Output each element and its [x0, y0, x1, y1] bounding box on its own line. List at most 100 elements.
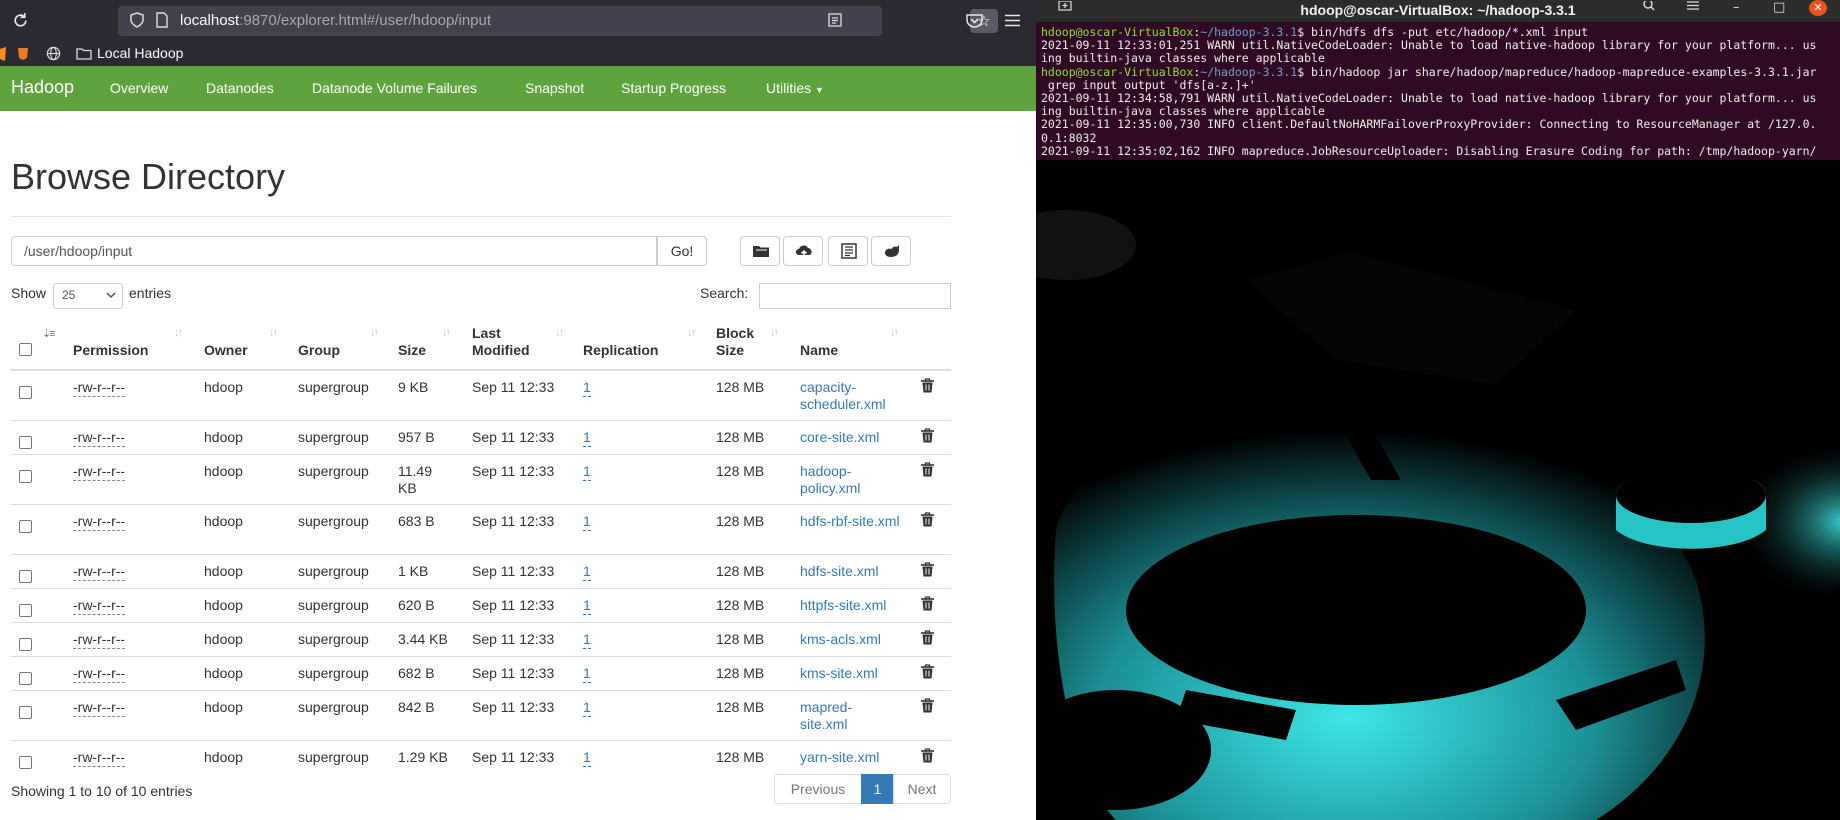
trash-icon[interactable]	[921, 664, 934, 684]
shield-icon[interactable]	[130, 12, 144, 32]
row-checkbox[interactable]	[19, 604, 32, 617]
row-checkbox[interactable]	[19, 386, 32, 399]
cell-permission[interactable]: -rw-r--r--	[73, 597, 126, 615]
cell-permission[interactable]: -rw-r--r--	[73, 513, 126, 531]
cell-replication[interactable]: 1	[583, 665, 591, 683]
header-size[interactable]: Size	[398, 342, 426, 359]
trash-icon[interactable]	[921, 562, 934, 582]
cell-replication[interactable]: 1	[583, 563, 591, 581]
file-link[interactable]: mapred-site.xml	[800, 699, 870, 733]
pocket-icon[interactable]	[966, 13, 983, 31]
header-owner[interactable]: Owner	[204, 342, 248, 359]
ubuntu-shield-icon[interactable]	[17, 47, 29, 64]
create-directory-button[interactable]	[740, 236, 780, 266]
nav-startup-progress[interactable]: Startup Progress	[621, 80, 726, 96]
pagination-page-1[interactable]: 1	[861, 774, 894, 804]
menu-icon[interactable]	[1005, 14, 1020, 30]
cell-replication[interactable]: 1	[583, 597, 591, 615]
reload-icon[interactable]	[12, 12, 29, 32]
row-checkbox[interactable]	[19, 570, 32, 583]
sort-icon[interactable]: ↓↑	[269, 327, 278, 339]
header-permission[interactable]: Permission	[73, 342, 148, 359]
firefox-icon[interactable]	[0, 47, 6, 64]
minimize-icon[interactable]: –	[1733, 0, 1740, 15]
row-checkbox[interactable]	[19, 436, 32, 449]
maximize-icon[interactable]: □	[1773, 0, 1785, 15]
terminal-output[interactable]: hdoop@oscar-VirtualBox:~/hadoop-3.3.1$ b…	[1036, 22, 1840, 160]
trash-icon[interactable]	[921, 462, 934, 482]
cut-button[interactable]	[828, 236, 868, 266]
trash-icon[interactable]	[921, 630, 934, 650]
cell-replication[interactable]: 1	[583, 429, 591, 447]
header-block-size[interactable]: Block Size	[716, 325, 766, 359]
close-icon[interactable]: ✕	[1809, 0, 1827, 16]
pagination-next[interactable]: Next	[893, 774, 951, 804]
file-link[interactable]: hdfs-site.xml	[800, 563, 910, 580]
row-checkbox[interactable]	[19, 672, 32, 685]
bookmark-local-hadoop[interactable]: Local Hadoop	[76, 45, 183, 63]
file-link[interactable]: core-site.xml	[800, 429, 910, 446]
header-name[interactable]: Name	[800, 342, 838, 359]
header-last-modified[interactable]: Last Modified	[472, 325, 552, 359]
cell-permission[interactable]: -rw-r--r--	[73, 463, 126, 481]
row-checkbox[interactable]	[19, 756, 32, 769]
row-checkbox[interactable]	[19, 470, 32, 483]
cell-replication[interactable]: 1	[583, 631, 591, 649]
cell-permission[interactable]: -rw-r--r--	[73, 699, 126, 717]
nav-snapshot[interactable]: Snapshot	[525, 80, 584, 96]
cell-permission[interactable]: -rw-r--r--	[73, 631, 126, 649]
trash-icon[interactable]	[921, 698, 934, 718]
cell-permission[interactable]: -rw-r--r--	[73, 749, 126, 767]
trash-icon[interactable]	[921, 428, 934, 448]
globe-icon[interactable]	[46, 46, 61, 64]
hamburger-menu-icon[interactable]	[1686, 0, 1700, 15]
select-all-checkbox[interactable]	[19, 343, 32, 356]
entries-per-page-select[interactable]: 25	[53, 283, 123, 309]
trash-icon[interactable]	[921, 512, 934, 532]
cell-replication[interactable]: 1	[583, 749, 591, 767]
row-checkbox[interactable]	[19, 706, 32, 719]
go-button[interactable]: Go!	[657, 236, 707, 266]
upload-files-button[interactable]	[783, 236, 823, 266]
reader-icon[interactable]	[828, 13, 842, 31]
cell-permission[interactable]: -rw-r--r--	[73, 379, 126, 397]
page-icon[interactable]	[156, 12, 168, 32]
nav-overview[interactable]: Overview	[110, 80, 168, 96]
file-link[interactable]: hdfs-rbf-site.xml	[800, 513, 910, 530]
sort-icon[interactable]: ↓↑	[555, 327, 564, 339]
sort-icon[interactable]: ↓↑	[890, 327, 899, 339]
file-link[interactable]: httpfs-site.xml	[800, 597, 915, 614]
sort-icon[interactable]: ↓↑	[174, 327, 183, 339]
header-group[interactable]: Group	[298, 342, 340, 359]
nav-datanodes[interactable]: Datanodes	[206, 80, 274, 96]
sort-icon[interactable]: ↓↑	[370, 327, 379, 339]
search-icon[interactable]	[1642, 0, 1656, 15]
file-link[interactable]: yarn-site.xml	[800, 749, 910, 766]
cell-replication[interactable]: 1	[583, 379, 591, 397]
trash-icon[interactable]	[921, 378, 934, 398]
cell-permission[interactable]: -rw-r--r--	[73, 563, 126, 581]
cell-replication[interactable]: 1	[583, 699, 591, 717]
sort-icon[interactable]: ↓↑	[770, 327, 779, 339]
sort-icon[interactable]: ↓↑	[687, 327, 696, 339]
search-input[interactable]	[759, 283, 951, 309]
trash-icon[interactable]	[921, 596, 934, 616]
pagination-previous[interactable]: Previous	[774, 774, 862, 804]
directory-path-input[interactable]	[11, 236, 657, 266]
cell-permission[interactable]: -rw-r--r--	[73, 429, 126, 447]
sort-ascending-icon[interactable]: ⇣≡	[42, 327, 56, 340]
row-checkbox[interactable]	[19, 520, 32, 533]
cell-replication[interactable]: 1	[583, 513, 591, 531]
url-text[interactable]: localhost:9870/explorer.html#/user/hdoop…	[180, 12, 491, 29]
row-checkbox[interactable]	[19, 638, 32, 651]
cell-permission[interactable]: -rw-r--r--	[73, 665, 126, 683]
trash-icon[interactable]	[921, 748, 934, 768]
nav-volume-failures[interactable]: Datanode Volume Failures	[312, 80, 477, 96]
file-link[interactable]: capacity-scheduler.xml	[800, 379, 910, 413]
navbar-brand[interactable]: Hadoop	[11, 77, 74, 98]
cell-replication[interactable]: 1	[583, 463, 591, 481]
file-link[interactable]: kms-site.xml	[800, 665, 910, 682]
nav-utilities[interactable]: Utilities ▼	[766, 80, 824, 96]
file-link[interactable]: kms-acls.xml	[800, 631, 910, 648]
url-bar[interactable]: localhost:9870/explorer.html#/user/hdoop…	[118, 6, 998, 36]
